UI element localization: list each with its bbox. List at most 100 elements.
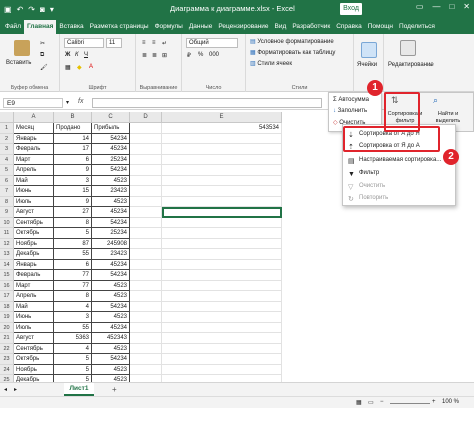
ribbon-options-icon[interactable]: ▭	[416, 2, 424, 11]
cell[interactable]: 77	[54, 270, 92, 281]
cell[interactable]	[130, 207, 162, 218]
column-header[interactable]: A	[14, 112, 54, 123]
zoom-out-icon[interactable]: −	[380, 399, 384, 405]
cell[interactable]: Октябрь	[14, 228, 54, 239]
cell[interactable]: 45234	[92, 259, 130, 270]
cell[interactable]: 87	[54, 238, 92, 249]
cell[interactable]: 23423	[92, 249, 130, 260]
row-header[interactable]: 16	[0, 280, 14, 291]
cell[interactable]: Февраль	[14, 144, 54, 155]
cell[interactable]	[130, 333, 162, 344]
cell[interactable]: Ноябрь	[14, 238, 54, 249]
row-header[interactable]: 19	[0, 312, 14, 323]
cell[interactable]: 45234	[92, 207, 130, 218]
name-box[interactable]: E9	[3, 98, 63, 108]
cell[interactable]: Март	[14, 154, 54, 165]
cell[interactable]	[162, 249, 282, 260]
cell[interactable]: 27	[54, 207, 92, 218]
cell[interactable]: Май	[14, 301, 54, 312]
cell[interactable]: Июнь	[14, 186, 54, 197]
row-header[interactable]: 12	[0, 238, 14, 249]
row-header[interactable]: 23	[0, 354, 14, 365]
cell[interactable]: 23423	[92, 186, 130, 197]
row-header[interactable]: 13	[0, 249, 14, 260]
cell[interactable]	[162, 312, 282, 323]
minimize-icon[interactable]: —	[432, 2, 440, 11]
row-header[interactable]: 14	[0, 259, 14, 270]
tab-formulas[interactable]: Формулы	[152, 20, 186, 34]
cell[interactable]: Июнь	[14, 312, 54, 323]
row-header[interactable]: 22	[0, 343, 14, 354]
cell[interactable]	[130, 238, 162, 249]
cells-icon[interactable]	[361, 42, 377, 58]
cell[interactable]: 5	[54, 228, 92, 239]
cell[interactable]	[162, 175, 282, 186]
cell[interactable]	[130, 186, 162, 197]
tab-developer[interactable]: Разработчик	[289, 20, 333, 34]
row-header[interactable]: 15	[0, 270, 14, 281]
font-size-select[interactable]: 11	[106, 38, 122, 48]
tab-view[interactable]: Вид	[272, 20, 290, 34]
row-header[interactable]: 20	[0, 322, 14, 333]
thousands-button[interactable]: 000	[209, 52, 219, 58]
row-header[interactable]: 21	[0, 333, 14, 344]
cell[interactable]	[130, 123, 162, 134]
cell[interactable]: 54234	[92, 270, 130, 281]
cell[interactable]	[162, 133, 282, 144]
cell[interactable]	[162, 154, 282, 165]
cell[interactable]	[162, 217, 282, 228]
cell[interactable]	[162, 270, 282, 281]
cell[interactable]: 54234	[92, 133, 130, 144]
cell[interactable]	[162, 291, 282, 302]
cell[interactable]	[162, 165, 282, 176]
row-header[interactable]: 6	[0, 175, 14, 186]
camera-icon[interactable]: ◙	[40, 5, 45, 14]
row-header[interactable]: 18	[0, 301, 14, 312]
cell[interactable]	[130, 249, 162, 260]
cell[interactable]: 55	[54, 322, 92, 333]
cell[interactable]: Ноябрь	[14, 364, 54, 375]
cell[interactable]: 45234	[92, 144, 130, 155]
cell[interactable]: Май	[14, 175, 54, 186]
tab-home[interactable]: Главная	[23, 20, 57, 34]
cell[interactable]: 5	[54, 354, 92, 365]
cell[interactable]	[130, 175, 162, 186]
row-header[interactable]: 4	[0, 154, 14, 165]
align-left-icon[interactable]: ≣	[142, 52, 147, 59]
cell[interactable]	[130, 270, 162, 281]
cell[interactable]: 54234	[92, 165, 130, 176]
sheet-tab-list1[interactable]: Лист1	[64, 383, 94, 396]
cell[interactable]: Март	[14, 280, 54, 291]
cell[interactable]: Декабрь	[14, 249, 54, 260]
cell[interactable]: 4523	[92, 196, 130, 207]
cell[interactable]: 25234	[92, 154, 130, 165]
align-top-icon[interactable]: ≡	[142, 40, 146, 46]
cell[interactable]: Январь	[14, 133, 54, 144]
bold-button[interactable]: Ж	[65, 52, 70, 58]
row-header[interactable]: 3	[0, 144, 14, 155]
fill-item[interactable]: ↓ Заполнить	[333, 108, 367, 114]
format-as-table-button[interactable]: ▦ Форматировать как таблицу	[250, 49, 335, 56]
column-header[interactable]: E	[162, 112, 282, 123]
cell[interactable]	[162, 144, 282, 155]
tab-file[interactable]: Файл	[2, 20, 24, 34]
close-icon[interactable]: ✕	[463, 2, 470, 11]
filter-item[interactable]: ▼ Фильтр	[347, 168, 453, 179]
fx-icon[interactable]: fx	[78, 98, 83, 105]
cell[interactable]	[130, 259, 162, 270]
cell[interactable]: Февраль	[14, 270, 54, 281]
cell[interactable]: 77	[54, 280, 92, 291]
cell[interactable]: Прибыль	[92, 123, 130, 134]
cell[interactable]: 4523	[92, 343, 130, 354]
borders-icon[interactable]: ▦	[65, 64, 71, 71]
cell[interactable]: 45234	[92, 322, 130, 333]
redo-icon[interactable]: ↷	[28, 5, 35, 14]
row-header[interactable]: 2	[0, 133, 14, 144]
cell[interactable]	[130, 301, 162, 312]
cell[interactable]	[130, 217, 162, 228]
align-middle-icon[interactable]: ≡	[152, 40, 156, 46]
copy-icon[interactable]: ⧉	[40, 52, 44, 59]
cell[interactable]	[130, 280, 162, 291]
cell[interactable]: 14	[54, 133, 92, 144]
cell[interactable]: 4523	[92, 364, 130, 375]
